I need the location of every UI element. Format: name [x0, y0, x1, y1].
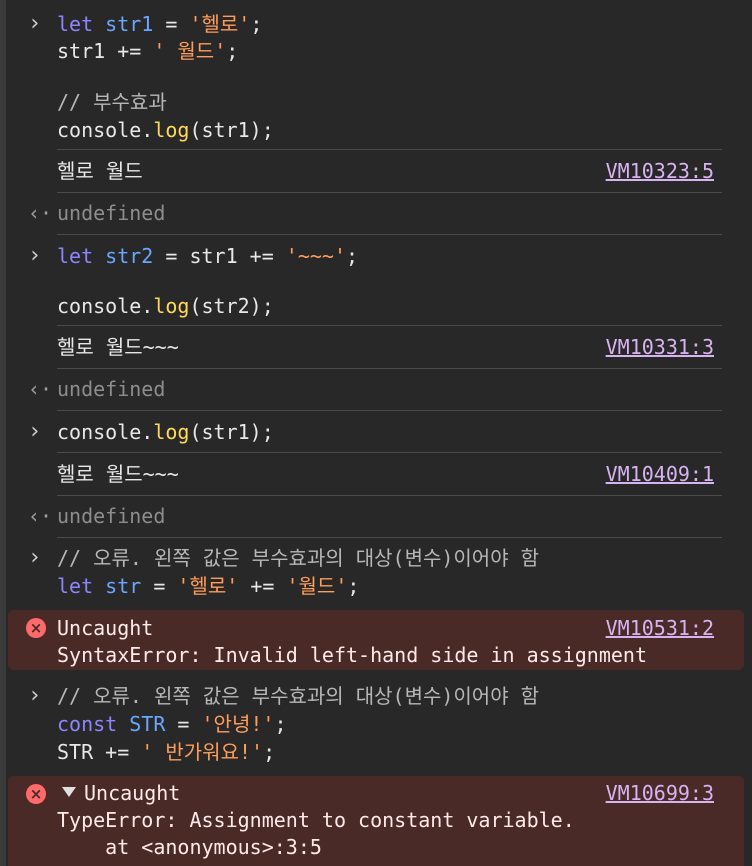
divider [57, 234, 722, 235]
error-circle-icon: × [26, 618, 46, 638]
error-title: Uncaught [57, 616, 154, 640]
return-arrow-icon: ‹· [28, 504, 53, 528]
divider [57, 495, 722, 496]
code-comment: // 오류. 왼쪽 값은 부수효과의 대상(변수)이어야 함 [57, 684, 540, 708]
code-line: const STR = '안녕!'; [57, 712, 287, 736]
panel-left-edge [0, 0, 6, 866]
code-line: str1 += ' 월드'; [57, 39, 239, 63]
error-title: Uncaught [84, 781, 181, 805]
code-comment: // 부수효과 [57, 90, 167, 114]
code-line: console.log(str2); [57, 294, 274, 318]
divider [57, 537, 722, 538]
code-line: let str = '헬로' += '월드'; [57, 574, 360, 598]
return-arrow-icon: ‹· [28, 377, 53, 401]
code-line: STR += ' 반가워요!'; [57, 740, 276, 764]
chevron-right-icon: › [28, 11, 42, 36]
code-line: console.log(str1); [57, 420, 274, 444]
return-arrow-icon: ‹· [28, 201, 53, 225]
divider [57, 368, 722, 369]
source-link[interactable]: VM10331:3 [606, 333, 714, 361]
error-circle-icon: × [26, 784, 46, 804]
triangle-down-icon [62, 787, 76, 797]
return-value: undefined [57, 504, 166, 528]
error-text: SyntaxError: Invalid left-hand side in a… [57, 643, 648, 667]
code-line: let str2 = str1 += '~~~'; [57, 244, 359, 268]
divider [57, 325, 722, 326]
chevron-right-icon: › [28, 545, 42, 570]
console-output: 헬로 월드 [57, 159, 143, 183]
error-text: TypeError: Assignment to constant variab… [57, 808, 575, 832]
source-link[interactable]: VM10531:2 [606, 614, 714, 642]
chevron-right-icon: › [28, 243, 42, 268]
divider [57, 452, 722, 453]
return-value: undefined [57, 201, 166, 225]
return-value: undefined [57, 377, 166, 401]
stack-trace: at <anonymous>:3:5 [57, 835, 322, 859]
divider [57, 410, 722, 411]
console-output: 헬로 월드~~~ [57, 462, 179, 486]
code-line: console.log(str1); [57, 118, 274, 142]
chevron-right-icon: › [28, 419, 42, 444]
source-link[interactable]: VM10699:3 [606, 779, 714, 807]
console-output: 헬로 월드~~~ [57, 335, 179, 359]
source-link[interactable]: VM10323:5 [606, 157, 714, 185]
code-line: let str1 = '헬로'; [57, 12, 263, 36]
divider [57, 149, 722, 150]
divider [57, 192, 722, 193]
source-link[interactable]: VM10409:1 [606, 460, 714, 488]
code-comment: // 오류. 왼쪽 값은 부수효과의 대상(변수)이어야 함 [57, 546, 540, 570]
chevron-right-icon: › [28, 683, 42, 708]
error-expand-toggle[interactable]: Uncaught [62, 779, 180, 807]
